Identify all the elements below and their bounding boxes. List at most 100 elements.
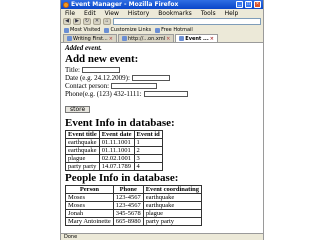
events-table: Event title Event date Event id earthqua… (65, 130, 163, 171)
title-label: Title: (65, 66, 80, 74)
phone-input[interactable] (143, 91, 188, 97)
table-cell: 1 (133, 138, 163, 147)
bookmark-label: Free Hotmail (161, 27, 193, 33)
table-cell: 01.11.1001 (98, 138, 135, 147)
bookmark-icon (104, 27, 110, 33)
menu-bookmarks[interactable]: Bookmarks (158, 10, 192, 17)
bookmark-free-hotmail[interactable]: Free Hotmail (155, 27, 193, 33)
reload-icon[interactable]: ↻ (83, 18, 91, 25)
table-cell: 3 (133, 154, 163, 163)
table-cell: 14.07.1789 (98, 162, 135, 171)
page-icon (67, 36, 72, 41)
column-header: Event title (65, 130, 100, 139)
page-icon (121, 36, 127, 41)
page-icon (179, 36, 185, 41)
date-label: Date (e.g. 24.12.2009): (65, 74, 130, 82)
maximize-icon[interactable]: □ (245, 1, 252, 8)
home-icon[interactable]: ⌂ (103, 18, 111, 25)
table-cell: Jonah (65, 209, 114, 218)
column-header: Person (65, 185, 114, 194)
table-cell: earthquake (65, 138, 100, 147)
back-icon[interactable]: ◀ (63, 18, 71, 25)
menu-view[interactable]: View (105, 10, 119, 17)
table-cell: party party (65, 162, 100, 171)
table-cell: 4 (133, 162, 163, 171)
menu-history[interactable]: History (128, 10, 149, 17)
forward-icon[interactable]: ▶ (73, 18, 81, 25)
column-header: Event date (98, 130, 135, 139)
bookmark-most-visited[interactable]: Most Visited (64, 27, 100, 33)
table-row: party party 14.07.1789 4 (65, 162, 163, 171)
table-row: Moses 123-4567 earthquake (65, 201, 203, 210)
contact-input[interactable] (111, 83, 158, 89)
bookmark-customize-links[interactable]: Customize Links (104, 27, 151, 33)
phone-row: Phone(e.g. (123) 432-1111: (65, 90, 259, 98)
column-header: Phone (112, 185, 144, 194)
table-row: Mary Antoinette 665-8980 party party (65, 217, 203, 226)
menu-help[interactable]: Help (225, 10, 239, 17)
bookmark-label: Customize Links (110, 27, 152, 33)
browser-window: Event Manager - Mozilla Firefox _ □ × Fi… (60, 0, 264, 240)
minimize-icon[interactable]: _ (236, 1, 243, 8)
url-bar[interactable] (113, 18, 261, 25)
table-cell: Mary Antoinette (65, 217, 114, 226)
column-header: Event coordinating (142, 185, 203, 194)
status-bar: Done (61, 233, 263, 240)
date-input[interactable] (131, 75, 170, 81)
column-header: Event id (133, 130, 163, 139)
table-cell: Moses (65, 201, 114, 210)
title-input[interactable] (81, 67, 120, 73)
tab-event[interactable]: Event ... × (175, 34, 218, 42)
table-row: plague 02.02.1001 3 (65, 154, 163, 163)
table-cell: Moses (65, 193, 114, 202)
people-table: Person Phone Event coordinating Moses 12… (65, 185, 203, 226)
table-cell: 01.11.1001 (98, 146, 135, 155)
phone-label: Phone(e.g. (123) 432-1111: (65, 90, 142, 98)
table-cell: 345-5678 (112, 209, 144, 218)
stop-icon[interactable]: ✕ (93, 18, 101, 25)
table-cell: 02.02.1001 (98, 154, 135, 163)
table-cell: plague (65, 154, 100, 163)
navigation-bar: ◀ ▶ ↻ ✕ ⌂ (61, 17, 263, 26)
bookmarks-bar: Most Visited Customize Links Free Hotmai… (61, 26, 263, 34)
events-heading: Event Info in database: (65, 117, 175, 129)
menu-edit[interactable]: Edit (84, 10, 96, 17)
contact-label: Contact person: (65, 82, 110, 90)
tab-close-icon[interactable]: × (109, 36, 113, 42)
table-row: Jonah 345-5678 plague (65, 209, 203, 218)
table-cell: 665-8980 (112, 217, 144, 226)
table-cell: earthquake (142, 201, 203, 210)
table-cell: 2 (133, 146, 163, 155)
bookmark-label: Most Visited (70, 27, 101, 33)
table-row: Moses 123-4567 earthquake (65, 193, 203, 202)
tab-label: http://...on.xml (127, 35, 166, 42)
menu-bar: File Edit View History Bookmarks Tools H… (61, 9, 263, 17)
menu-file[interactable]: File (65, 10, 75, 17)
date-row: Date (e.g. 24.12.2009): (65, 74, 259, 82)
table-cell: party party (142, 217, 203, 226)
page-content: Added event. Add new event: Title: Date … (61, 43, 263, 233)
tab-label: Event ... (185, 35, 209, 42)
tab-label: Writing First... (73, 35, 108, 42)
contact-row: Contact person: (65, 82, 259, 90)
bookmark-icon (64, 27, 69, 33)
menu-tools[interactable]: Tools (201, 10, 216, 17)
tab-close-icon[interactable]: × (210, 36, 214, 42)
status-notice: Added event. (65, 44, 102, 52)
tab-xml[interactable]: http://...on.xml × (117, 34, 175, 42)
close-icon[interactable]: × (254, 1, 261, 8)
form-heading: Add new event: (65, 53, 139, 65)
table-row: earthquake 01.11.1001 1 (65, 138, 163, 147)
table-cell: 123-4567 (112, 201, 144, 210)
tab-writing[interactable]: Writing First... × (63, 34, 117, 42)
table-cell: earthquake (65, 146, 100, 155)
store-button[interactable]: store (65, 106, 91, 113)
window-title: Event Manager - Mozilla Firefox (71, 1, 179, 8)
bookmark-icon (155, 27, 161, 33)
tab-close-icon[interactable]: × (166, 36, 170, 42)
table-cell: 123-4567 (112, 193, 144, 202)
title-row: Title: (65, 66, 259, 74)
tab-bar: Writing First... × http://...on.xml × Even… (61, 34, 263, 43)
firefox-icon (63, 1, 69, 8)
title-bar: Event Manager - Mozilla Firefox _ □ × (61, 0, 263, 9)
